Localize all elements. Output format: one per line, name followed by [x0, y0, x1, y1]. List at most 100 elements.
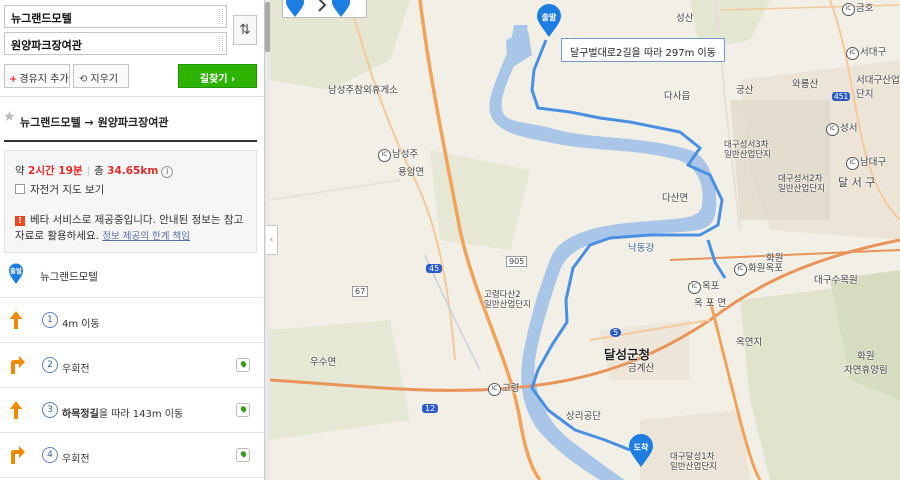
step-number: 4 — [42, 447, 58, 463]
step-number: 1 — [42, 312, 58, 328]
map-label: 대구달성1차 일반산업단지 — [670, 452, 717, 472]
step-label: 우회전 — [62, 364, 90, 375]
start-marker[interactable]: 출발 — [536, 4, 562, 38]
map-pin-icon[interactable] — [236, 358, 250, 372]
collapse-panel-button[interactable]: ‹ — [266, 225, 278, 255]
add-waypoint-label: 경유지 추가 — [19, 74, 69, 85]
destination-input[interactable]: 원양파크장여관 — [4, 32, 227, 55]
origin-input-value: 뉴그랜드모텔 — [11, 12, 72, 25]
map-label: 다사읍 — [664, 91, 691, 102]
marker-strip-icons — [286, 0, 350, 17]
map-label: 고령 — [488, 380, 519, 396]
map-label: 금계산 — [628, 363, 655, 374]
directions-panel: 뉴그랜드모텔 원양파크장여관 ⇅ + 경유지 추가 ⟲ 지우기 길찾기 › ★ 뉴그… — [0, 0, 265, 480]
total-prefix: 총 — [94, 165, 104, 177]
warning-icon: ! — [15, 216, 25, 226]
road-shield: 451 — [832, 92, 851, 101]
map-label: 옥포 — [688, 278, 719, 294]
step-number: 3 — [42, 402, 58, 418]
map-label: 달 서 구 — [838, 176, 876, 189]
list-item-start[interactable]: 출발 뉴그랜드모텔 — [0, 253, 264, 298]
travel-distance: 34.65km — [107, 165, 159, 177]
map-label: 대구수목원 — [814, 275, 858, 286]
map-label: 남대구 — [846, 154, 886, 170]
turn-right-icon — [11, 356, 25, 374]
map-label: 금호 — [842, 0, 873, 16]
beta-notice: ! 베타 서비스로 제공중입니다. 안내된 정보는 참고자료로 활용하세요. 정보… — [15, 212, 250, 245]
step-instruction: 을 따라 143m 이동 — [98, 409, 184, 420]
list-item-step[interactable]: 3 하목정길을 따라 143m 이동 — [0, 388, 264, 433]
star-icon[interactable]: ★ — [3, 109, 16, 125]
map-label: 낙동강 — [628, 243, 655, 254]
map-label: 상리공단 — [566, 411, 601, 422]
map-view[interactable]: 성산 금호 서대구 와룡산 서대구산업 단지 궁산 다사읍 성서 대구성서3차 … — [270, 0, 900, 480]
drag-handle-icon[interactable] — [219, 36, 223, 51]
step-callout: 달구벌대로2길을 따라 297m 이동 — [561, 38, 725, 62]
list-item-step[interactable]: 4 우회전 — [0, 433, 264, 478]
route-summary: 약 2시간 19분 | 총 34.65km i 자전거 지도 보기 ! 베타 서비스로 … — [4, 150, 257, 253]
step-label: 하목정길을 따라 143m 이동 — [62, 405, 183, 420]
end-marker-badge: 도착 — [633, 443, 649, 452]
bike-map-checkbox[interactable] — [15, 184, 25, 194]
clear-button[interactable]: ⟲ 지우기 — [73, 64, 129, 88]
map-label: 화원 자연휴양림 — [844, 351, 888, 376]
map-label: 화원옥포 — [734, 260, 783, 276]
map-label: 옥연지 — [736, 337, 763, 348]
summary-line: 약 2시간 19분 | 총 34.65km i — [15, 163, 174, 178]
map-pin-icon[interactable] — [236, 448, 250, 462]
start-marker-badge: 출발 — [541, 13, 557, 22]
bike-map-label: 자전거 지도 보기 — [30, 184, 105, 196]
plus-icon: + — [9, 74, 18, 85]
divider: | — [86, 165, 91, 177]
map-label: 옥 포 면 — [694, 298, 727, 309]
travel-time: 2시간 19분 — [28, 165, 83, 177]
clear-label: 지우기 — [90, 74, 118, 85]
map-label: 대구성서2차 일반산업단지 — [778, 174, 825, 194]
add-waypoint-button[interactable]: + 경유지 추가 — [4, 64, 70, 88]
arrow-up-icon — [10, 401, 22, 419]
map-label: 대구성서3차 일반산업단지 — [724, 140, 771, 160]
map-pin-icon[interactable] — [236, 403, 250, 417]
info-icon[interactable]: i — [161, 166, 174, 178]
map-label: 서대구 — [846, 44, 886, 60]
road-shield: 12 — [422, 404, 439, 413]
drag-handle-icon[interactable] — [219, 9, 223, 24]
map-label: 남성주 — [378, 146, 418, 162]
title-divider — [4, 140, 257, 142]
route-title-bar: ★ 뉴그랜드모텔 → 원양파크장여관 — [0, 96, 264, 142]
destination-input-value: 원양파크장여관 — [11, 39, 82, 52]
liability-link[interactable]: 정보 제공의 한계 책임 — [102, 231, 190, 242]
road-shield: 67 — [352, 286, 369, 297]
map-label: 남성주참외휴게소 — [328, 85, 398, 96]
callout-text: 달구벌대로2길을 따라 297m 이동 — [570, 48, 716, 59]
swap-arrows-icon: ⇅ — [239, 22, 251, 38]
road-shield: 45 — [426, 264, 443, 273]
find-route-button[interactable]: 길찾기 › — [178, 64, 257, 88]
road-shield: 905 — [506, 256, 528, 267]
find-route-label: 길찾기 › — [199, 74, 236, 85]
step-label: 뉴그랜드모텔 — [40, 271, 98, 283]
list-item-step[interactable]: 1 4m 이동 — [0, 298, 264, 343]
list-item-step[interactable]: 2 우회전 — [0, 343, 264, 388]
map-label: 와룡산 — [792, 79, 819, 90]
map-label: 용암면 — [398, 167, 425, 178]
summary-prefix: 약 — [15, 165, 25, 177]
route-title: 뉴그랜드모텔 → 원양파크장여관 — [20, 116, 169, 129]
bike-map-toggle[interactable]: 자전거 지도 보기 — [15, 182, 104, 197]
map-label: 서대구산업 단지 — [856, 75, 900, 100]
start-badge: 출발 — [10, 267, 22, 275]
map-label: 다산면 — [662, 193, 689, 204]
step-label: 우회전 — [62, 454, 90, 465]
end-marker[interactable]: 도착 — [628, 434, 654, 468]
map-label: 성서 — [826, 120, 857, 136]
arrow-up-icon — [10, 311, 22, 329]
map-label: 우수면 — [310, 357, 337, 368]
road-shield: 5 — [610, 328, 622, 337]
origin-input[interactable]: 뉴그랜드모텔 — [4, 5, 227, 28]
turn-right-icon — [11, 446, 25, 464]
step-label: 4m 이동 — [62, 319, 100, 330]
step-number: 2 — [42, 357, 58, 373]
route-marker-strip[interactable] — [282, 0, 367, 18]
swap-route-button[interactable]: ⇅ — [233, 15, 257, 45]
map-label: 성산 — [676, 13, 694, 24]
